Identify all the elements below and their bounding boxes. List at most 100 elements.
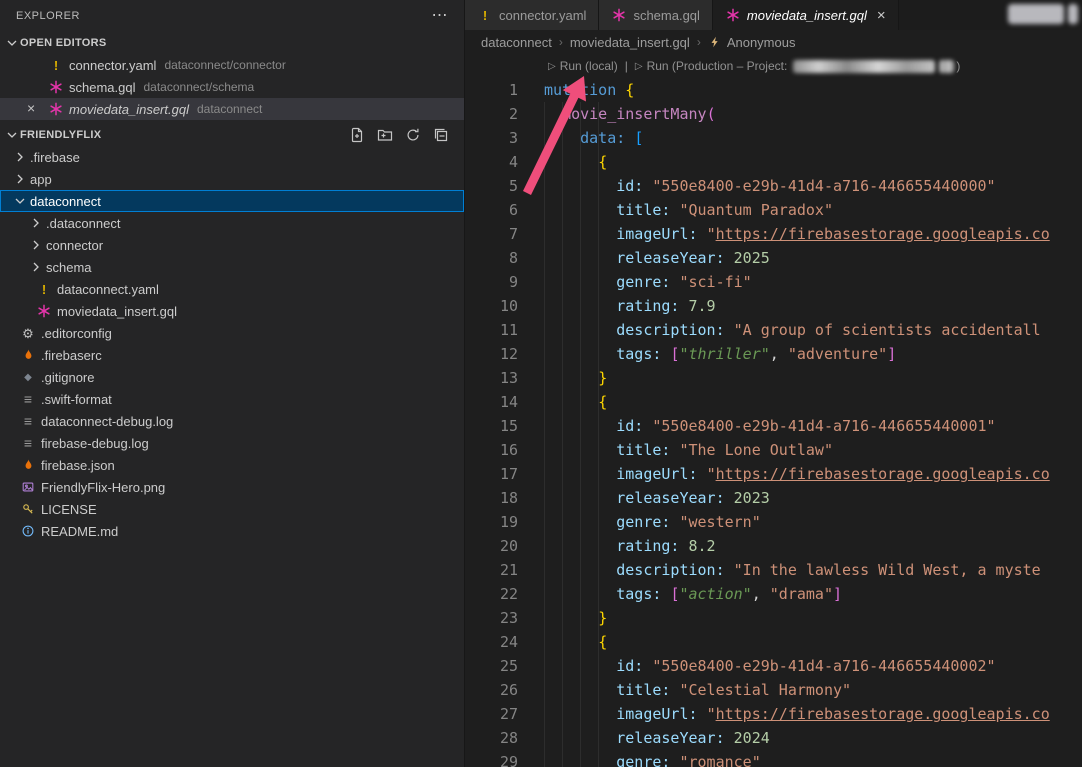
project-tree-section: FRIENDLYFLIX .firebaseappdata [0,124,464,542]
run-local-link[interactable]: ▷ Run (local) [548,59,618,73]
code-line-content: tags: ["thriller", "adventure"] [518,342,896,366]
code-line-content: description: "A group of scientists acci… [518,318,1041,342]
open-editors-header[interactable]: OPEN EDITORS [0,32,464,54]
refresh-icon[interactable] [404,126,422,144]
code-line-content: id: "550e8400-e29b-41d4-a716-44665544000… [518,414,996,438]
file-label: firebase.json [41,458,115,473]
line-number: 19 [465,510,518,534]
line-number: 23 [465,606,518,630]
code-line: 6 title: "Quantum Paradox" [465,198,1082,222]
breadcrumb-item-dataconnect[interactable]: dataconnect [481,35,552,50]
tree-file-firebase.json[interactable]: firebase.json [0,454,464,476]
tree-file-dataconnect-debug.log[interactable]: ≡dataconnect-debug.log [0,410,464,432]
new-folder-icon[interactable] [376,126,394,144]
breadcrumb-item-symbol[interactable]: Anonymous [727,35,796,50]
tree-file-.gitignore[interactable]: ◆.gitignore [0,366,464,388]
code-line: 3 data: [ [465,126,1082,150]
close-icon[interactable]: × [877,7,886,24]
code-line: 8 releaseYear: 2025 [465,246,1082,270]
code-line-content: { [518,390,607,414]
file-label: .dataconnect [46,216,120,231]
code-region: ▷ Run (local) | ▷ Run (Production – Proj… [465,54,1082,767]
run-production-link[interactable]: ▷ Run (Production – Project: ) [635,59,960,73]
codelens: ▷ Run (local) | ▷ Run (Production – Proj… [465,54,1082,78]
code-line-content: title: "Quantum Paradox" [518,198,833,222]
code-line-content: releaseYear: 2024 [518,726,770,750]
close-icon[interactable]: × [27,100,35,116]
tab-connector.yaml[interactable]: !connector.yaml [465,0,599,30]
code-line-content: data: [ [518,126,643,150]
diamond-icon: ◆ [20,372,36,383]
redacted-project-suffix [939,60,954,73]
graphql-icon [48,80,64,94]
open-editors-title: OPEN EDITORS [20,37,107,49]
graphql-icon [611,8,627,22]
line-number: 1 [465,78,518,102]
tree-file-FriendlyFlix-Hero.png[interactable]: FriendlyFlix-Hero.png [0,476,464,498]
warning-icon: ! [36,282,52,297]
code-line: 5 id: "550e8400-e29b-41d4-a716-446655440… [465,174,1082,198]
tabs: !connector.yamlschema.gqlmoviedata_inser… [465,0,899,30]
line-number: 11 [465,318,518,342]
tab-label: connector.yaml [499,8,586,23]
tree-file-moviedata_insert.gql[interactable]: moviedata_insert.gql [0,300,464,322]
line-number: 27 [465,702,518,726]
line-number: 10 [465,294,518,318]
tree-folder-dataconnect[interactable]: dataconnect [0,190,464,212]
tab-moviedata_insert.gql[interactable]: moviedata_insert.gql× [713,0,899,30]
open-editor-connector.yaml[interactable]: !connector.yamldataconnect/connector [0,54,464,76]
tab-schema.gql[interactable]: schema.gql [599,0,712,30]
tree-folder-schema[interactable]: schema [0,256,464,278]
editor-area: !connector.yamlschema.gqlmoviedata_inser… [464,0,1082,767]
file-label: schema [46,260,92,275]
line-number: 9 [465,270,518,294]
chevron-down-icon [12,193,28,209]
open-editors-list: !connector.yamldataconnect/connectorsche… [0,54,464,120]
project-header[interactable]: FRIENDLYFLIX [0,124,464,146]
key-icon [20,502,36,516]
code-line: 11 description: "A group of scientists a… [465,318,1082,342]
run-local-label: Run (local) [560,59,618,73]
code-line: 29 genre: "romance" [465,750,1082,767]
code-line-content: { [518,150,607,174]
code-line: 18 releaseYear: 2023 [465,486,1082,510]
tree-file-dataconnect.yaml[interactable]: !dataconnect.yaml [0,278,464,300]
code-line-content: releaseYear: 2025 [518,246,770,270]
open-editor-moviedata_insert.gql[interactable]: ×moviedata_insert.gqldataconnect [0,98,464,120]
tree-file-.editorconfig[interactable]: ⚙.editorconfig [0,322,464,344]
code-line-content: title: "Celestial Harmony" [518,678,851,702]
tree-file-LICENSE[interactable]: LICENSE [0,498,464,520]
redacted-toolbar [1008,4,1064,24]
code-line-content: imageUrl: "https://firebasestorage.googl… [518,462,1050,486]
more-actions-icon[interactable]: ⋯ [432,8,449,24]
code-line-content: } [518,366,607,390]
new-file-icon[interactable] [348,126,366,144]
tree-file-README.md[interactable]: README.md [0,520,464,542]
collapse-all-icon[interactable] [432,126,450,144]
code-line: 28 releaseYear: 2024 [465,726,1082,750]
code-line: 16 title: "The Lone Outlaw" [465,438,1082,462]
code-line: 24 { [465,630,1082,654]
tree-folder-.dataconnect[interactable]: .dataconnect [0,212,464,234]
chevron-right-icon [28,215,44,231]
file-label: app [30,172,52,187]
tree-file-.swift-format[interactable]: ≡.swift-format [0,388,464,410]
code-line-content: movie_insertMany( [518,102,716,126]
code-line: 21 description: "In the lawless Wild Wes… [465,558,1082,582]
chevron-right-icon [12,149,28,165]
tree-folder-app[interactable]: app [0,168,464,190]
tree-folder-.firebase[interactable]: .firebase [0,146,464,168]
open-editor-schema.gql[interactable]: schema.gqldataconnect/schema [0,76,464,98]
line-number: 17 [465,462,518,486]
run-production-label: Run (Production – Project: [647,59,788,73]
code-line-content: rating: 7.9 [518,294,716,318]
chevron-right-icon: › [697,35,701,49]
file-label: README.md [41,524,118,539]
chevron-right-icon [28,259,44,275]
breadcrumb-item-file[interactable]: moviedata_insert.gql [570,35,690,50]
code-line-content: title: "The Lone Outlaw" [518,438,833,462]
tree-file-.firebaserc[interactable]: .firebaserc [0,344,464,366]
tree-folder-connector[interactable]: connector [0,234,464,256]
tree-file-firebase-debug.log[interactable]: ≡firebase-debug.log [0,432,464,454]
code-editor[interactable]: 1mutation {2 movie_insertMany(3 data: [4… [465,78,1082,767]
